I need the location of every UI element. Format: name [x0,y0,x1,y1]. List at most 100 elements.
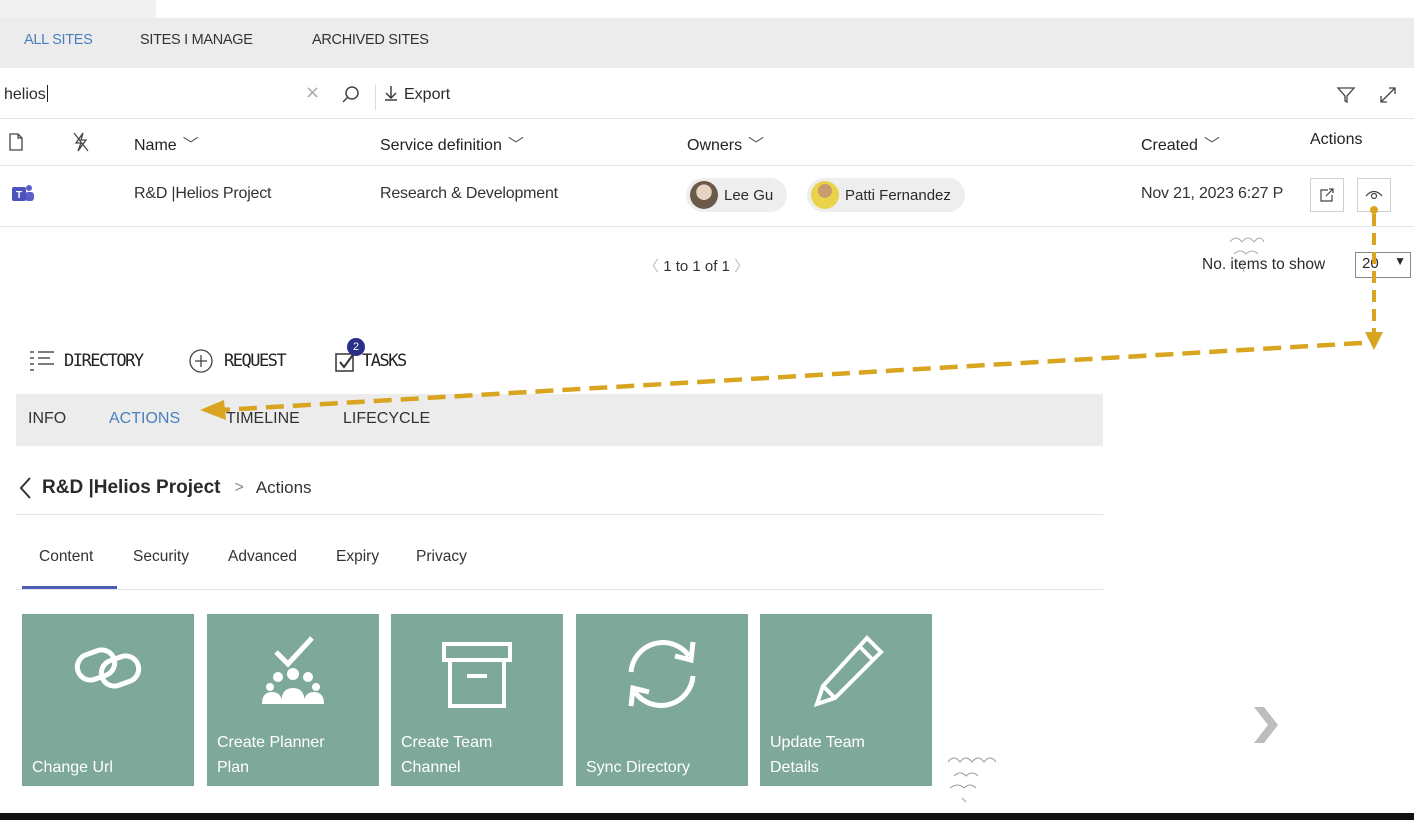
doodle-decoration [947,757,997,803]
clear-search-icon[interactable]: × [305,82,320,103]
table-header: Name ﹀ Service definition ﹀ Owners ﹀ Create… [0,119,1414,166]
prev-page-icon[interactable]: 〈 [644,258,659,275]
subtab-security[interactable]: Security [133,548,189,566]
detail-tabs-bar: INFO ACTIONS TIMELINE LIFECYCLE [16,394,1103,446]
chevron-down-icon: ﹀ [182,137,199,154]
nav-request[interactable]: REQUEST [188,348,287,374]
document-icon[interactable] [8,132,24,156]
tab-timeline[interactable]: TIMELINE [226,410,300,428]
tile-create-planner-plan[interactable]: Create Planner Plan [207,614,379,786]
back-chevron-icon[interactable] [18,476,32,500]
column-name-label: Name [134,137,177,154]
planner-icon [207,632,379,716]
column-created[interactable]: Created ﹀ [1141,131,1220,155]
tile-label: Create Planner Plan [217,734,325,776]
tile-create-team-channel[interactable]: Create Team Channel [391,614,563,786]
nav-directory-label: DIRECTORY [64,351,144,371]
breadcrumb-site-title[interactable]: R&D |Helios Project [42,477,220,499]
search-toolbar: helios × Export [0,76,1414,119]
items-per-page-value: 20 [1362,255,1379,272]
breadcrumb-separator-icon: > [234,479,244,496]
nav-tasks[interactable]: 2 TASKS [334,338,407,374]
link-icon [22,632,194,716]
search-icon[interactable] [340,84,362,106]
search-input-value: helios [4,86,46,103]
column-name[interactable]: Name ﹀ [134,131,199,155]
column-created-label: Created [1141,137,1198,154]
list-icon [30,351,54,371]
view-button[interactable] [1357,178,1391,212]
column-owners[interactable]: Owners ﹀ [687,131,764,155]
owner-chip[interactable]: Lee Gu [686,178,788,212]
tab-archived-sites[interactable]: ARCHIVED SITES [312,32,429,48]
expand-icon[interactable] [1378,85,1398,109]
column-service-definition[interactable]: Service definition ﹀ [380,131,524,155]
sync-icon [576,632,748,716]
column-owners-label: Owners [687,137,743,154]
breadcrumb-current: Actions [255,478,312,497]
filter-icon[interactable] [1336,85,1356,109]
subtab-expiry[interactable]: Expiry [336,548,379,566]
top-tab-stub [0,0,156,18]
download-icon [385,86,397,101]
avatar [690,181,718,209]
tile-label: Create Team Channel [401,734,493,776]
toolbar-divider [375,84,376,110]
avatar [811,181,839,209]
nav-directory[interactable]: DIRECTORY [28,348,144,374]
site-tabs-bar: ALL SITES SITES I MANAGE ARCHIVED SITES [0,18,1414,68]
divider [16,589,1103,590]
svg-text:T: T [16,190,22,201]
tile-label: Change Url [32,759,113,776]
tile-update-team-details[interactable]: Update Team Details [760,614,932,786]
pagination: 〈 1 to 1 of 1 〉 [644,255,749,276]
tile-label: Sync Directory [586,759,691,776]
teams-icon: T [10,183,36,209]
chevron-down-icon: ﹀ [507,137,524,154]
subtab-privacy[interactable]: Privacy [416,548,467,566]
column-actions: Actions [1310,131,1363,148]
open-external-icon [1320,188,1334,202]
open-in-new-button[interactable] [1310,178,1344,212]
divider [16,514,1103,515]
lightning-icon[interactable] [72,131,90,157]
search-input[interactable]: helios [4,85,48,104]
service-definition: Research & Development [380,185,558,202]
nav-tasks-label: TASKS [362,351,407,371]
tab-lifecycle[interactable]: LIFECYCLE [343,410,430,428]
archive-box-icon [391,632,563,716]
tab-actions[interactable]: ACTIONS [109,410,180,428]
chevron-down-icon: ▼ [1394,254,1406,268]
doodle-decoration [1229,237,1265,273]
plus-circle-icon [189,349,213,373]
tasks-checkbox-icon: 2 [334,338,365,374]
tab-all-sites[interactable]: ALL SITES [24,32,93,48]
chevron-down-icon: ﹀ [748,137,765,154]
chevron-right-sticker-icon [1254,707,1278,743]
export-button[interactable]: Export [384,85,450,104]
next-page-icon[interactable]: 〉 [734,258,749,275]
items-per-page-select[interactable]: 20 ▼ [1355,252,1411,278]
chevron-down-icon: ﹀ [1203,137,1220,154]
pencil-icon [760,632,932,716]
bottom-edge-bar [0,813,1414,820]
eye-icon [1365,190,1383,200]
table-row[interactable]: T R&D |Helios Project Research & Develop… [0,166,1414,227]
tab-sites-i-manage[interactable]: SITES I MANAGE [140,32,253,48]
subtab-advanced[interactable]: Advanced [228,548,297,566]
nav-request-label: REQUEST [224,351,287,371]
tile-label: Update Team Details [770,734,865,776]
export-label: Export [404,86,451,103]
column-service-label: Service definition [380,137,502,154]
tile-change-url[interactable]: Change Url [22,614,194,786]
tab-info[interactable]: INFO [28,410,66,428]
breadcrumb: R&D |Helios Project > Actions [18,476,312,500]
owner-chip[interactable]: Patti Fernandez [807,178,965,212]
owner-name: Patti Fernandez [845,186,951,204]
site-name[interactable]: R&D |Helios Project [134,185,271,203]
owner-name: Lee Gu [724,186,774,204]
tasks-count-badge: 2 [347,338,365,356]
text-caret [46,85,48,102]
tile-sync-directory[interactable]: Sync Directory [576,614,748,786]
subtab-content[interactable]: Content [39,548,93,566]
